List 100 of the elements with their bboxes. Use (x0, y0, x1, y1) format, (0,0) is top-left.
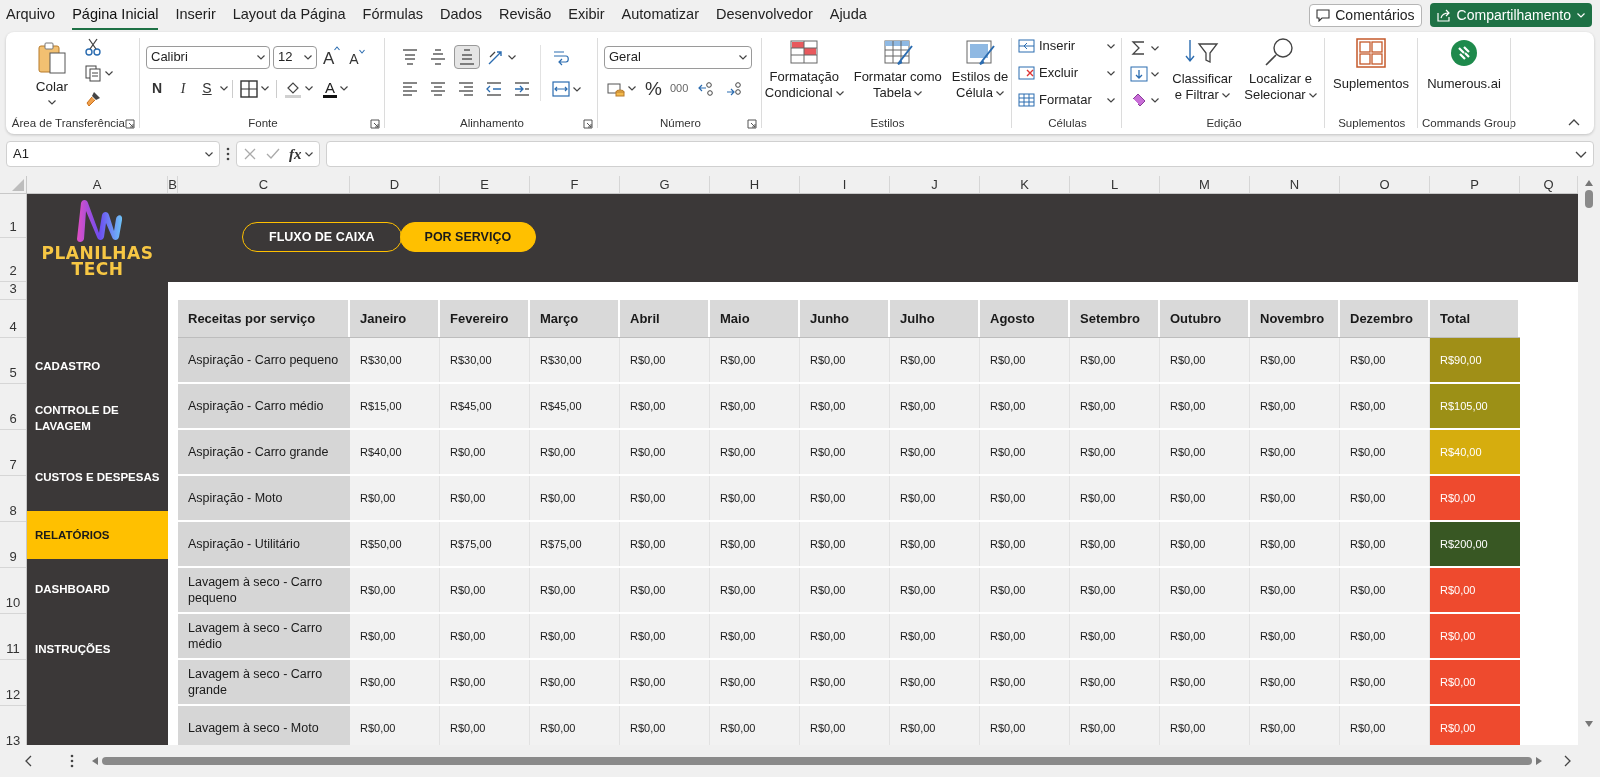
horizontal-scrollbar-thumb[interactable] (102, 757, 1532, 765)
italic-button[interactable]: I (172, 77, 194, 100)
cells-button[interactable]: Excluir (1018, 61, 1115, 85)
font-name-dropdown[interactable]: Calibri (146, 45, 270, 69)
menu-tab[interactable]: Desenvolvedor (716, 0, 813, 30)
row-header[interactable]: 4 (0, 300, 26, 338)
more-icon[interactable] (70, 754, 74, 768)
row-header[interactable]: 12 (0, 660, 26, 706)
total-cell: R$0,00 (1430, 660, 1520, 704)
formula-input[interactable] (325, 141, 1594, 167)
scroll-up-icon[interactable] (1585, 180, 1593, 186)
menu-tab[interactable]: Arquivo (6, 0, 56, 30)
menu-tab[interactable]: Exibir (568, 0, 605, 30)
menu-tab[interactable]: Dados (440, 0, 482, 30)
style-button[interactable]: Formatar como Tabela (851, 38, 944, 101)
expand-icon[interactable] (1575, 150, 1587, 158)
shrink-font-button[interactable]: A (346, 45, 368, 69)
sidebar-item[interactable]: CADASTRO (27, 338, 168, 393)
column-header[interactable]: K (980, 176, 1070, 193)
table-cell: R$75,00 (530, 522, 620, 566)
menu-tab[interactable]: Automatizar (621, 0, 699, 30)
column-header[interactable]: N (1250, 176, 1340, 193)
column-header[interactable]: O (1340, 176, 1430, 193)
row-header[interactable]: 10 (0, 568, 26, 614)
percent-button[interactable]: % (643, 77, 664, 100)
menu-tab[interactable]: Inserir (175, 0, 216, 30)
cells-button[interactable]: Inserir (1018, 34, 1115, 58)
menu-tab[interactable]: Layout da Página (232, 0, 346, 30)
caret-icon (358, 48, 365, 54)
column-header[interactable]: L (1070, 176, 1160, 193)
cancel-icon[interactable] (243, 147, 257, 161)
sidebar-item[interactable]: CONTROLE DE LAVAGEM (27, 393, 168, 442)
row-header[interactable]: 8 (0, 476, 26, 522)
column-header[interactable]: B (168, 176, 178, 193)
font-color-button[interactable]: A (320, 77, 351, 100)
comments-button[interactable]: Comentários (1309, 3, 1422, 27)
group-label: Número (659, 116, 702, 132)
scroll-left-icon[interactable] (92, 757, 98, 765)
sidebar-item[interactable]: DASHBOARD (27, 559, 168, 619)
sidebar-item[interactable]: RELATÓRIOS (27, 511, 168, 559)
menu-tab[interactable]: Fórmulas (362, 0, 424, 30)
sidebar-item[interactable]: INSTRUÇÕES (27, 619, 168, 679)
nav-button[interactable]: POR SERVIÇO (399, 222, 537, 252)
row-header[interactable]: 1 (0, 194, 26, 238)
scroll-right-icon[interactable] (1536, 757, 1542, 765)
collapse-ribbon-icon[interactable] (1568, 119, 1580, 126)
paste-button[interactable]: Colar (29, 41, 75, 105)
scroll-down-icon[interactable] (1585, 721, 1593, 727)
menu-tab[interactable]: Ajuda (829, 0, 867, 30)
number-format-dropdown[interactable]: Geral (604, 45, 752, 69)
column-header[interactable]: D (350, 176, 440, 193)
find-select-button[interactable]: Localizar e Selecionar (1242, 36, 1319, 103)
sort-filter-button[interactable]: Classificar e Filtrar (1170, 36, 1235, 103)
dialog-launcher-icon[interactable] (125, 119, 135, 129)
column-header[interactable]: M (1160, 176, 1250, 193)
thousands-separator-button[interactable]: 000 (667, 77, 691, 100)
bottom-align-button[interactable] (454, 45, 480, 69)
table-cell: R$0,00 (710, 568, 800, 612)
table-cell: R$0,00 (620, 338, 710, 382)
underline-button[interactable]: S (198, 77, 216, 100)
cells-button[interactable]: Formatar (1018, 88, 1115, 112)
row-header[interactable]: 5 (0, 338, 26, 384)
column-header[interactable]: I (800, 176, 890, 193)
next-sheet-icon[interactable] (1564, 755, 1572, 767)
table-cell: Aspiração - Carro grande (178, 430, 350, 474)
column-header[interactable]: G (620, 176, 710, 193)
name-box[interactable]: A1 (6, 141, 220, 167)
column-heading: Novembro (1250, 300, 1340, 337)
vertical-scrollbar-thumb[interactable] (1585, 190, 1593, 208)
grow-font-button[interactable]: A (320, 45, 344, 69)
row-header[interactable]: 6 (0, 384, 26, 430)
bold-button[interactable]: N (146, 77, 168, 100)
row-header[interactable]: 3 (0, 282, 26, 300)
column-header[interactable]: E (440, 176, 530, 193)
style-button[interactable]: Estilos de Célula (949, 38, 1011, 101)
sidebar-item[interactable]: CUSTOS E DESPESAS (27, 442, 168, 511)
column-header[interactable]: A (27, 176, 168, 193)
share-button[interactable]: Compartilhamento (1429, 3, 1592, 27)
row-header[interactable]: 7 (0, 430, 26, 476)
menu-tab[interactable]: Página Inicial (72, 0, 159, 30)
enter-icon[interactable] (265, 147, 281, 161)
row-header[interactable]: 2 (0, 238, 26, 282)
add-ins-button[interactable]: Suplementos (1333, 38, 1409, 94)
add-in-command-button[interactable]: Numerous.ai (1427, 40, 1501, 94)
style-button[interactable]: Formatação Condicional (762, 38, 846, 101)
dialog-launcher-icon[interactable] (747, 119, 757, 129)
row-header[interactable]: 11 (0, 614, 26, 660)
column-header[interactable]: C (178, 176, 350, 193)
dialog-launcher-icon[interactable] (583, 119, 593, 129)
row-header[interactable]: 9 (0, 522, 26, 568)
table-cell: R$0,00 (440, 706, 530, 745)
menu-tab[interactable]: Revisão (498, 0, 552, 30)
column-header[interactable]: P (1430, 176, 1520, 193)
font-size-dropdown[interactable]: 12 (273, 45, 317, 69)
column-header[interactable]: F (530, 176, 620, 193)
more-icon[interactable] (226, 147, 230, 161)
column-header[interactable]: H (710, 176, 800, 193)
previous-sheet-icon[interactable] (24, 755, 32, 767)
column-header[interactable]: J (890, 176, 980, 193)
dialog-launcher-icon[interactable] (370, 119, 380, 129)
